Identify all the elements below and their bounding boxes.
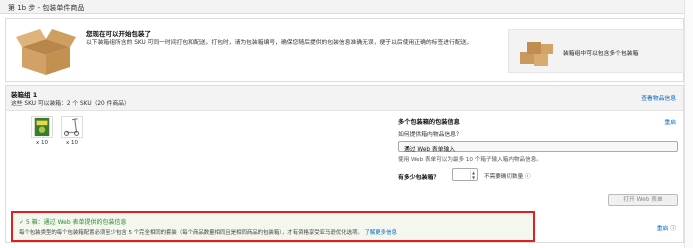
stacked-boxes-illustration	[520, 42, 553, 66]
product-thumbnail[interactable]	[31, 116, 53, 138]
box-content-question: 如何提供箱内物品信息？	[398, 132, 462, 138]
stepper-icon[interactable]: ▲ ▼	[470, 170, 476, 180]
product-qty: x 10	[35, 140, 48, 146]
view-item-info-link[interactable]: 查看物品信息	[641, 93, 676, 102]
product-item[interactable]: x 10	[61, 116, 83, 146]
product-qty: x 10	[65, 140, 78, 146]
multi-box-label: 装箱组中可以包含多个包装箱	[563, 51, 639, 57]
right-edge-scrollbar[interactable]	[684, 0, 693, 248]
status-title: ✓ 5 箱：通过 Web 表单提供的包装信息	[19, 219, 127, 226]
multi-box-title: 多个包装箱的包装信息	[398, 119, 460, 126]
status-reset-link[interactable]: 重启 ⓘ	[657, 223, 676, 232]
scooter-image	[64, 118, 80, 136]
product-thumbnail[interactable]	[61, 116, 83, 138]
open-web-form-button[interactable]: 打开 Web 表单	[608, 194, 678, 206]
status-text: 每个包装类型的每个包装箱配置必须至少包含 5 个完全相同的套装（每个商品数量相同…	[19, 230, 397, 236]
chevron-down-icon: ⌄	[404, 142, 410, 150]
info-icon[interactable]: ⓘ	[525, 174, 531, 180]
box-count-input[interactable]: ▲ ▼	[452, 168, 478, 181]
book-cover-image	[34, 117, 50, 137]
pack-info-status: ✓ 5 箱：通过 Web 表单提供的包装信息 每个包装类型的每个包装箱配置必须至…	[11, 211, 535, 242]
intro-title: 您现在可以开始包装了	[86, 30, 151, 38]
pack-group-subtitle: 这些 SKU 可以装箱：2 个 SKU（20 件商品）	[11, 101, 130, 107]
no-exact-count-label: 不需要确切数量 ⓘ	[484, 174, 531, 180]
multi-box-settings: 多个包装箱的包装信息 重启 如何提供箱内物品信息？ 通过 Web 表单输入 ⌄ …	[398, 114, 680, 214]
web-form-hint: 使用 Web 表单可以为最多 10 个箱子输入箱内物品信息。	[398, 157, 542, 163]
box-count-label: 有多少包装箱？	[398, 175, 440, 181]
intro-panel: 您现在可以开始包装了 以下装箱组所含的 SKU 可同一时间打包和配送。打包时，请…	[5, 18, 684, 82]
learn-more-link[interactable]: 了解更多信息	[365, 230, 397, 236]
multi-box-info-card: 装箱组中可以包含多个包装箱	[508, 29, 684, 73]
box-content-method-select[interactable]: 通过 Web 表单输入 ⌄	[398, 141, 678, 153]
info-icon: ⓘ	[670, 226, 676, 232]
product-item[interactable]: x 10	[31, 116, 53, 146]
step-title: 第 1b 步 - 包装单件商品	[8, 4, 85, 12]
open-box-illustration	[16, 29, 76, 75]
pack-group-panel: 装箱组 1 这些 SKU 可以装箱：2 个 SKU（20 件商品） 查看物品信息…	[5, 85, 684, 243]
intro-description: 以下装箱组所含的 SKU 可同一时间打包和配送。打包时，请为包装箱编号，确保您随…	[86, 40, 473, 46]
multi-box-reset-link[interactable]: 重启	[664, 117, 676, 126]
pack-group-header: 装箱组 1 这些 SKU 可以装箱：2 个 SKU（20 件商品） 查看物品信息	[6, 86, 683, 111]
step-header: 第 1b 步 - 包装单件商品	[0, 0, 684, 14]
